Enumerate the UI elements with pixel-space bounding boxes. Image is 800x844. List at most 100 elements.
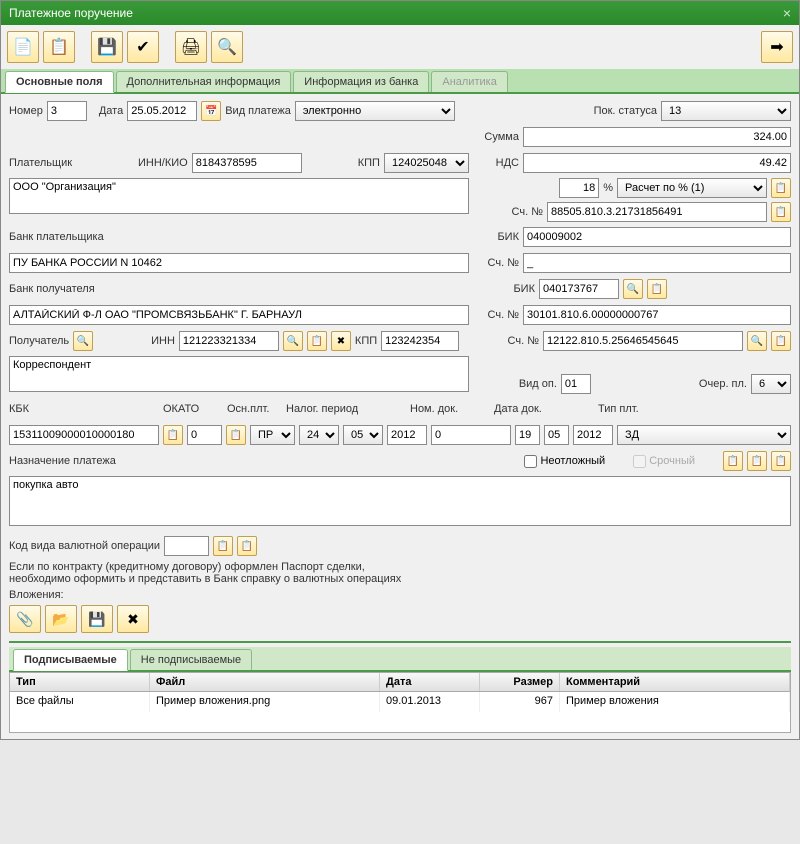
payer-bank-bik-input[interactable] bbox=[523, 227, 791, 247]
payer-acc-lookup-icon[interactable]: 📋 bbox=[771, 202, 791, 222]
kbk-lookup-icon[interactable]: 📋 bbox=[163, 425, 183, 445]
okato-input[interactable] bbox=[187, 425, 222, 445]
attach-save-button[interactable]: 💾 bbox=[81, 605, 113, 633]
payee-acc-input[interactable] bbox=[543, 331, 743, 351]
table-row-empty bbox=[10, 712, 790, 732]
doc-y-input[interactable] bbox=[573, 425, 613, 445]
tab-not-signable[interactable]: Не подписываемые bbox=[130, 649, 252, 670]
main-tabs: Основные поля Дополнительная информация … bbox=[1, 69, 799, 94]
payment-type-label: Вид платежа bbox=[225, 105, 291, 117]
preview-button[interactable]: 🔍 bbox=[211, 31, 243, 63]
payee-bank-bik-label: БИК bbox=[513, 283, 535, 295]
queue-select[interactable]: 6 bbox=[751, 374, 791, 394]
payee-bank-acc-label: Сч. № bbox=[488, 309, 519, 321]
osn-select[interactable]: ПР bbox=[250, 425, 295, 445]
payee-name-textarea[interactable]: Корреспондент bbox=[9, 356, 469, 392]
payer-bank-acc-input[interactable] bbox=[523, 253, 791, 273]
currency-btn2-icon[interactable]: 📋 bbox=[237, 536, 257, 556]
exit-button[interactable]: ➡ bbox=[761, 31, 793, 63]
status-select[interactable]: 13 bbox=[661, 101, 791, 121]
tab-extra[interactable]: Дополнительная информация bbox=[116, 71, 292, 92]
payee-lookup-icon[interactable]: 🔍 bbox=[73, 331, 93, 351]
date-label: Дата bbox=[99, 105, 123, 117]
new-button[interactable]: 📄 bbox=[7, 31, 39, 63]
payment-type-select[interactable]: электронно bbox=[295, 101, 455, 121]
status-label: Пок. статуса bbox=[594, 105, 657, 117]
inn-clear-icon[interactable]: ✖ bbox=[331, 331, 351, 351]
attachment-grid: Тип Файл Дата Размер Комментарий Все фай… bbox=[9, 672, 791, 733]
copy-button[interactable]: 📋 bbox=[43, 31, 75, 63]
number-input[interactable] bbox=[47, 101, 87, 121]
bik-list-icon[interactable]: 📋 bbox=[647, 279, 667, 299]
purpose-textarea[interactable]: покупка авто bbox=[9, 476, 791, 526]
op-type-input[interactable] bbox=[561, 374, 591, 394]
acc-list-icon[interactable]: 📋 bbox=[771, 331, 791, 351]
payer-name-textarea[interactable]: ООО "Организация" bbox=[9, 178, 469, 214]
check-button[interactable]: ✔ bbox=[127, 31, 159, 63]
op-type-label: Вид оп. bbox=[519, 378, 557, 390]
save-button[interactable]: 💾 bbox=[91, 31, 123, 63]
kpp-payer-select[interactable]: 124025048 bbox=[384, 153, 469, 173]
bik-lookup-icon[interactable]: 🔍 bbox=[623, 279, 643, 299]
doc-no-label: Ном. док. bbox=[410, 403, 490, 415]
titlebar: Платежное поручение × bbox=[1, 1, 799, 25]
print-button[interactable]: 🖨 bbox=[175, 31, 207, 63]
attach-delete-button[interactable]: ✖ bbox=[117, 605, 149, 633]
tab-analytics: Аналитика bbox=[431, 71, 507, 92]
payee-bank-bik-input[interactable] bbox=[539, 279, 619, 299]
inn-lookup-icon[interactable]: 🔍 bbox=[283, 331, 303, 351]
tax-d-select[interactable]: 24 bbox=[299, 425, 339, 445]
payer-acc-input[interactable] bbox=[547, 202, 767, 222]
percent-label: % bbox=[603, 182, 613, 194]
urgent-checkbox[interactable]: Неотложный bbox=[524, 455, 605, 468]
attach-add-button[interactable]: 📎 bbox=[9, 605, 41, 633]
sum-input[interactable] bbox=[523, 127, 791, 147]
payee-label: Получатель bbox=[9, 335, 69, 347]
tax-y-input[interactable] bbox=[387, 425, 427, 445]
payer-bank-name-input[interactable] bbox=[9, 253, 469, 273]
acc-lookup-icon[interactable]: 🔍 bbox=[747, 331, 767, 351]
tab-bank[interactable]: Информация из банка bbox=[293, 71, 429, 92]
doc-no-input[interactable] bbox=[431, 425, 511, 445]
okato-lookup-icon[interactable]: 📋 bbox=[226, 425, 246, 445]
kbk-input[interactable] bbox=[9, 425, 159, 445]
calendar-icon[interactable]: 📅 bbox=[201, 101, 221, 121]
col-size[interactable]: Размер bbox=[480, 673, 560, 691]
payer-bank-bik-label: БИК bbox=[497, 231, 519, 243]
doc-m-input[interactable] bbox=[544, 425, 569, 445]
nds-calc-select[interactable]: Расчет по % (1) bbox=[617, 178, 767, 198]
nds-pct-input[interactable] bbox=[559, 178, 599, 198]
payee-bank-name-input[interactable] bbox=[9, 305, 469, 325]
pay-type-select[interactable]: ЗД bbox=[617, 425, 791, 445]
payer-bank-label: Банк плательщика bbox=[9, 231, 104, 243]
doc-d-input[interactable] bbox=[515, 425, 540, 445]
currency-code-input[interactable] bbox=[164, 536, 209, 556]
inn-kio-input[interactable] bbox=[192, 153, 302, 173]
col-type[interactable]: Тип bbox=[10, 673, 150, 691]
kbk-label: КБК bbox=[9, 403, 159, 415]
payee-kpp-input[interactable] bbox=[381, 331, 459, 351]
inn-list-icon[interactable]: 📋 bbox=[307, 331, 327, 351]
col-comment[interactable]: Комментарий bbox=[560, 673, 790, 691]
payee-bank-label: Банк получателя bbox=[9, 283, 95, 295]
col-date[interactable]: Дата bbox=[380, 673, 480, 691]
tax-m-select[interactable]: 05 bbox=[343, 425, 383, 445]
nds-input[interactable] bbox=[523, 153, 791, 173]
tab-signable[interactable]: Подписываемые bbox=[13, 649, 128, 671]
table-row[interactable]: Все файлы Пример вложения.png 09.01.2013… bbox=[10, 692, 790, 712]
tax-period-label: Налог. период bbox=[286, 403, 406, 415]
purpose-label: Назначение платежа bbox=[9, 455, 116, 467]
date-input[interactable] bbox=[127, 101, 197, 121]
purpose-btn1-icon[interactable]: 📋 bbox=[723, 451, 743, 471]
payee-bank-acc-input[interactable] bbox=[523, 305, 791, 325]
payee-inn-input[interactable] bbox=[179, 331, 279, 351]
tab-main[interactable]: Основные поля bbox=[5, 71, 114, 93]
nds-action-icon[interactable]: 📋 bbox=[771, 178, 791, 198]
close-icon[interactable]: × bbox=[783, 5, 791, 21]
okato-label: ОКАТО bbox=[163, 403, 223, 415]
purpose-btn3-icon[interactable]: 📋 bbox=[771, 451, 791, 471]
currency-btn1-icon[interactable]: 📋 bbox=[213, 536, 233, 556]
attach-open-button[interactable]: 📂 bbox=[45, 605, 77, 633]
col-file[interactable]: Файл bbox=[150, 673, 380, 691]
purpose-btn2-icon[interactable]: 📋 bbox=[747, 451, 767, 471]
